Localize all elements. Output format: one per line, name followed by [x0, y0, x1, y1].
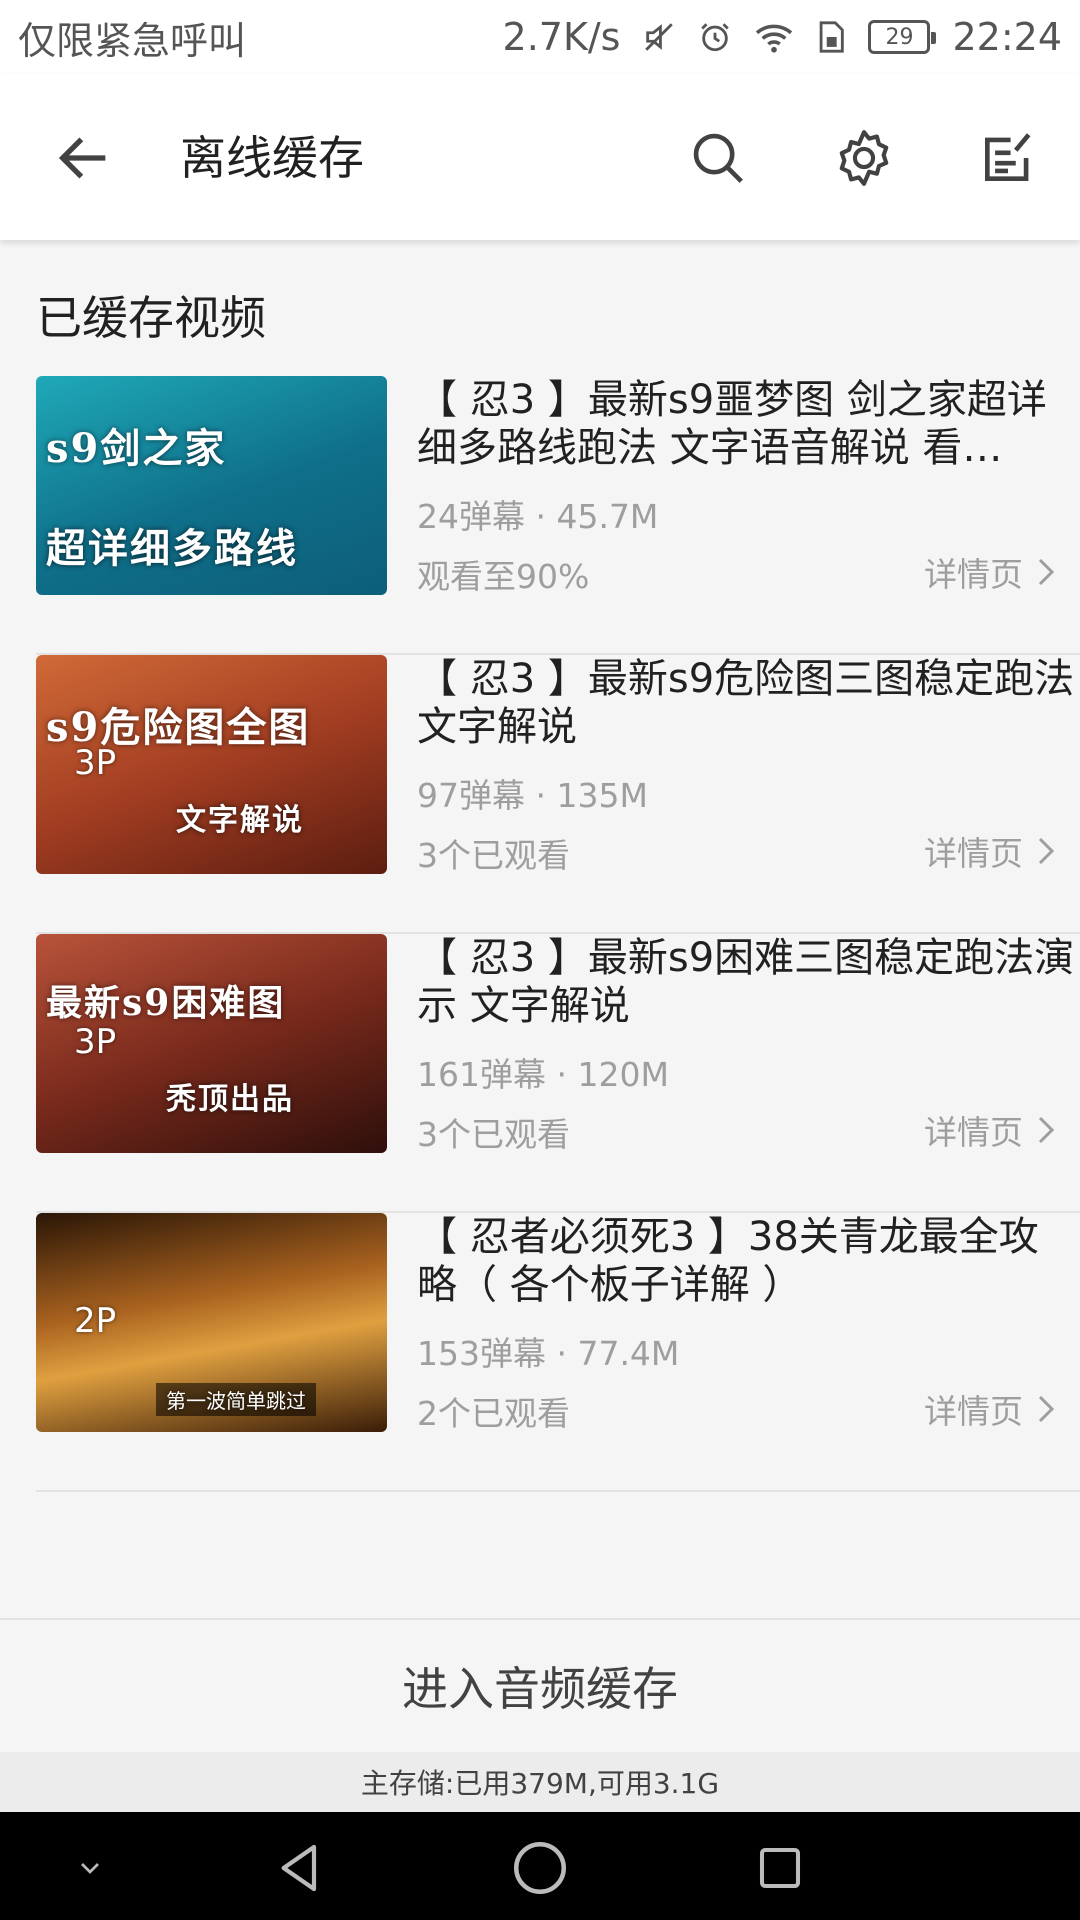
hide-nav-icon[interactable]: [60, 1838, 120, 1898]
video-thumbnail[interactable]: 2P 第一波简单跳过: [36, 1213, 387, 1432]
video-meta: 161弹幕 · 120M: [417, 1055, 669, 1094]
detail-link[interactable]: 详情页: [924, 1106, 1055, 1154]
parts-badge: 2P: [74, 1301, 117, 1341]
detail-link[interactable]: 详情页: [924, 548, 1055, 596]
video-info: 【 忍3 】最新s9危险图三图稳定跑法 文字解说 97弹幕 · 135M 3个已…: [417, 655, 1077, 875]
mute-icon: [642, 20, 676, 54]
back-nav-icon[interactable]: [270, 1838, 330, 1898]
detail-label: 详情页: [924, 1392, 1023, 1431]
app-bar: 离线缓存: [0, 74, 1080, 240]
watch-progress: 3个已观看: [417, 1115, 570, 1154]
thumbnail-caption: s9剑之家: [46, 425, 227, 472]
clock: 22:24: [952, 15, 1062, 59]
video-thumbnail[interactable]: s9危险图全图 3P 文字解说: [36, 655, 387, 874]
gear-icon[interactable]: [828, 122, 900, 194]
video-meta: 97弹幕 · 135M: [417, 776, 648, 815]
back-arrow-icon[interactable]: [52, 126, 116, 190]
battery-level: 29: [885, 24, 914, 50]
video-info: 【 忍3 】最新s9噩梦图 剑之家超详细多路线跑法 文字语音解说 看… 24弹幕…: [417, 376, 1077, 596]
home-nav-icon[interactable]: [510, 1838, 570, 1898]
storage-info: 主存储:已用379M,可用3.1G: [0, 1752, 1080, 1812]
video-item[interactable]: 最新s9困难图 3P 秃顶出品 【 忍3 】最新s9困难三图稳定跑法演示 文字解…: [36, 934, 1080, 1213]
watch-progress: 3个已观看: [417, 836, 570, 875]
watch-progress: 2个已观看: [417, 1394, 570, 1433]
detail-label: 详情页: [924, 555, 1023, 594]
thumbnail-caption-2: 第一波简单跳过: [156, 1383, 316, 1416]
network-speed: 2.7K/s: [502, 15, 621, 59]
parts-badge: 3P: [74, 1022, 117, 1062]
search-icon[interactable]: [682, 122, 754, 194]
battery-icon: 29: [868, 20, 937, 54]
detail-label: 详情页: [924, 834, 1023, 873]
video-thumbnail[interactable]: 最新s9困难图 3P 秃顶出品: [36, 934, 387, 1153]
audio-cache-button[interactable]: 进入音频缓存: [0, 1618, 1080, 1752]
video-title[interactable]: 【 忍3 】最新s9困难三图稳定跑法演示 文字解说: [417, 934, 1077, 1030]
status-bar: 仅限紧急呼叫 2.7K/s 29 22:24: [0, 0, 1080, 74]
video-title[interactable]: 【 忍者必须死3 】38关青龙最全攻略（ 各个板子详解 ）: [417, 1213, 1077, 1309]
status-icons: 2.7K/s 29 22:24: [503, 15, 1062, 59]
parts-badge: 3P: [74, 743, 117, 783]
thumbnail-caption-2: 超详细多路线: [46, 525, 298, 572]
video-item[interactable]: s9剑之家 超详细多路线 【 忍3 】最新s9噩梦图 剑之家超详细多路线跑法 文…: [36, 376, 1080, 655]
sim-icon: [816, 20, 846, 54]
alarm-icon: [698, 20, 732, 54]
video-thumbnail[interactable]: s9剑之家 超详细多路线: [36, 376, 387, 595]
watch-progress: 观看至90%: [417, 557, 590, 596]
recents-nav-icon[interactable]: [750, 1838, 810, 1898]
detail-link[interactable]: 详情页: [924, 1385, 1055, 1433]
carrier-label: 仅限紧急呼叫: [18, 18, 247, 63]
chevron-right-icon: [1038, 837, 1055, 865]
chevron-right-icon: [1038, 1395, 1055, 1423]
video-title[interactable]: 【 忍3 】最新s9噩梦图 剑之家超详细多路线跑法 文字语音解说 看…: [417, 376, 1077, 472]
navigation-bar: [0, 1812, 1080, 1920]
video-list: s9剑之家 超详细多路线 【 忍3 】最新s9噩梦图 剑之家超详细多路线跑法 文…: [36, 376, 1080, 1492]
video-info: 【 忍者必须死3 】38关青龙最全攻略（ 各个板子详解 ） 153弹幕 · 77…: [417, 1213, 1077, 1433]
video-meta: 153弹幕 · 77.4M: [417, 1334, 680, 1373]
chevron-right-icon: [1038, 1116, 1055, 1144]
video-info: 【 忍3 】最新s9困难三图稳定跑法演示 文字解说 161弹幕 · 120M 3…: [417, 934, 1077, 1154]
video-meta: 24弹幕 · 45.7M: [417, 497, 659, 536]
detail-link[interactable]: 详情页: [924, 827, 1055, 875]
chevron-right-icon: [1038, 558, 1055, 586]
thumbnail-caption-2: 文字解说: [176, 803, 304, 838]
thumbnail-caption: 最新s9困难图: [46, 982, 286, 1024]
screen: 仅限紧急呼叫 2.7K/s 29 22:24 离线缓存 已缓存视频 s9剑之家 …: [0, 0, 1080, 1920]
edit-list-icon[interactable]: [972, 122, 1044, 194]
section-title: 已缓存视频: [36, 291, 266, 345]
thumbnail-caption-2: 秃顶出品: [166, 1082, 294, 1117]
video-item[interactable]: 2P 第一波简单跳过 【 忍者必须死3 】38关青龙最全攻略（ 各个板子详解 ）…: [36, 1213, 1080, 1492]
video-title[interactable]: 【 忍3 】最新s9危险图三图稳定跑法 文字解说: [417, 655, 1077, 751]
video-item[interactable]: s9危险图全图 3P 文字解说 【 忍3 】最新s9危险图三图稳定跑法 文字解说…: [36, 655, 1080, 934]
detail-label: 详情页: [924, 1113, 1023, 1152]
wifi-icon: [754, 20, 794, 54]
page-title: 离线缓存: [180, 131, 364, 185]
